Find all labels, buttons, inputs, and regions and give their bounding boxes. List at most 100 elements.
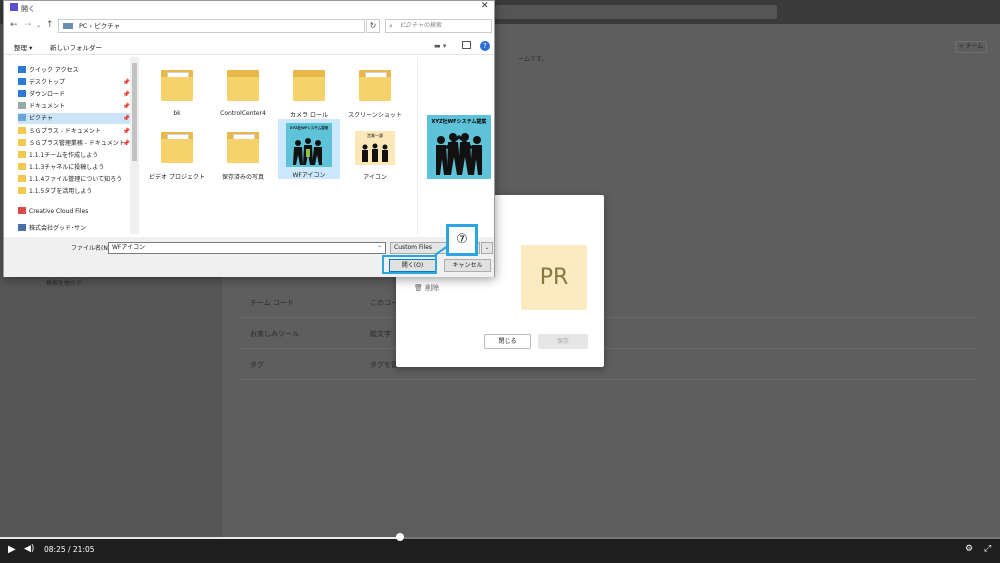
- tree-item-label: 1.1.4ファイル管理について知ろう: [29, 176, 123, 183]
- tree-item[interactable]: ドキュメント 📌: [18, 101, 130, 112]
- volume-icon[interactable]: ◀): [24, 544, 34, 554]
- tree-item-label: ドキュメント: [29, 103, 66, 110]
- settings-gear-icon[interactable]: ⚙: [965, 544, 973, 554]
- back-arrow-icon[interactable]: ←: [10, 20, 18, 30]
- folder-icon: [18, 163, 26, 170]
- file-item[interactable]: bk: [146, 59, 208, 119]
- teams-icon: [10, 3, 18, 11]
- file-item[interactable]: 保存済みの写真: [212, 121, 274, 181]
- close-button[interactable]: 閉じる: [484, 334, 531, 349]
- step-callout: ⑦: [446, 224, 478, 256]
- settings-row: タグ タグを管: [238, 350, 978, 380]
- image-thumbnail: 営業一課: [355, 131, 395, 165]
- star-icon: [18, 66, 26, 73]
- save-button[interactable]: 保存: [538, 334, 588, 349]
- refresh-icon[interactable]: ↻: [366, 19, 380, 33]
- up-arrow-icon[interactable]: ↑: [46, 20, 54, 30]
- tree-item-label: クイック アクセス: [29, 67, 79, 74]
- file-item[interactable]: ControlCenter4: [212, 59, 274, 119]
- tree-item[interactable]: ＳＧプラス - ドキュメント 📌: [18, 126, 130, 137]
- folder-icon: [157, 126, 197, 166]
- pin-icon: 📌: [122, 103, 130, 110]
- file-item-name: 保存済みの写真: [221, 174, 264, 181]
- address-bar[interactable]: PC › ピクチャ ⌄: [58, 19, 409, 33]
- settings-row-label: お楽しみツール: [250, 330, 299, 338]
- tree-item-label: 1.1.5タブを活用しよう: [29, 188, 93, 195]
- tree-item[interactable]: ピクチャ 📌: [18, 113, 130, 124]
- navigation-bar: ← → ⌄ ↑ PC › ピクチャ ⌄ ↻ ⌕ ピクチャの検索: [4, 15, 494, 37]
- folder-icon: [355, 64, 395, 104]
- folder-icon: [18, 187, 26, 194]
- file-item[interactable]: 営業一課 アイコン: [344, 121, 406, 181]
- tree-item[interactable]: デスクトップ 📌: [18, 77, 130, 88]
- command-bar: 整理 ▾ 新しいフォルダー ▬ ▾ ?: [4, 39, 494, 55]
- tree-item-label: ダウンロード: [29, 91, 66, 98]
- file-item[interactable]: ビデオ プロジェクト: [146, 121, 208, 181]
- download-icon: [18, 90, 26, 97]
- filename-input[interactable]: WFアイコン: [108, 242, 386, 254]
- file-item-name: スクリーンショット: [348, 112, 402, 119]
- filename-dropdown-icon[interactable]: ⌄: [377, 242, 382, 249]
- recent-dropdown-icon[interactable]: ⌄: [36, 22, 41, 29]
- preview-pane-icon[interactable]: [462, 41, 471, 49]
- file-item-name: WFアイコン: [292, 172, 326, 179]
- pin-icon: 📌: [122, 79, 130, 86]
- open-button-highlight: [382, 255, 437, 274]
- view-options-icon[interactable]: ▬ ▾: [434, 42, 446, 50]
- navigation-tree: クイック アクセス デスクトップ 📌 ダウンロード 📌 ドキュメント 📌 ピクチャ 📌 ＳＧプラス…: [4, 57, 139, 234]
- tree-item-label: ＳＧプラス - ドキュメント: [29, 128, 101, 135]
- fullscreen-icon[interactable]: ⤢: [984, 544, 991, 554]
- folder-icon: [18, 175, 26, 182]
- progress-fill: [0, 537, 400, 539]
- cancel-button[interactable]: キャンセル: [444, 259, 491, 272]
- time-display: 08:25 / 21:05: [44, 545, 95, 554]
- tree-item[interactable]: 1.1.3チャネルに投稿しよう: [18, 162, 130, 173]
- video-controls: [0, 537, 1000, 563]
- pin-icon: 📌: [122, 91, 130, 98]
- forward-arrow-icon[interactable]: →: [24, 20, 32, 30]
- help-icon[interactable]: ?: [480, 41, 490, 51]
- play-icon[interactable]: ▶: [8, 544, 16, 555]
- tree-item[interactable]: クイック アクセス: [18, 65, 130, 76]
- tree-item[interactable]: 1.1.5タブを活用しよう: [18, 186, 130, 197]
- file-open-dialog: 開く ✕ ← → ⌄ ↑ PC › ピクチャ ⌄ ↻ ⌕ ピクチャの検索 整理 …: [3, 0, 495, 277]
- file-item[interactable]: スクリーンショット: [344, 59, 406, 119]
- folder-icon: [18, 127, 26, 134]
- tree-item[interactable]: 1.1.4ファイル管理について知ろう: [18, 174, 130, 185]
- file-item-name: アイコン: [363, 174, 387, 181]
- tree-scroll-thumb[interactable]: [132, 63, 137, 161]
- address-path: PC › ピクチャ: [79, 22, 121, 30]
- tree-item[interactable]: ダウンロード 📌: [18, 89, 130, 100]
- tree-item[interactable]: 1.1.1チームを作成しよう: [18, 150, 130, 161]
- app-search-bar[interactable]: [495, 5, 777, 19]
- settings-row-label: タグ: [250, 361, 264, 369]
- delete-picture-button[interactable]: 🗑 削除: [414, 283, 439, 293]
- tree-item-label: ＳＧプラス管理業務 - ドキュメント: [29, 140, 125, 147]
- preview-image: XYZ社WFシステム提案: [427, 115, 491, 179]
- tree-item-label: 株式会社グッド･サン: [29, 225, 87, 232]
- delete-label: 削除: [425, 284, 440, 292]
- filename-label: ファイル名(N):: [71, 245, 113, 252]
- search-input[interactable]: ⌕ ピクチャの検索: [385, 19, 492, 33]
- trash-icon: 🗑: [414, 284, 423, 292]
- close-icon[interactable]: ✕: [481, 1, 489, 11]
- organize-button[interactable]: 整理 ▾: [14, 42, 32, 52]
- settings-row: チーム コード このコード: [238, 288, 978, 318]
- image-thumbnail: XYZ社WFシステム提案: [286, 123, 332, 167]
- file-item[interactable]: XYZ社WFシステム提案 WFアイコン: [278, 119, 340, 179]
- file-grid: bk ControlCenter4 カメラ ロール スクリーンショットビデオ プロジェ…: [142, 57, 414, 234]
- filetype-dropdown-icon[interactable]: ⌄: [481, 242, 493, 254]
- settings-row: お楽しみツール 絵文字: [238, 319, 978, 349]
- tree-item[interactable]: ＳＧプラス管理業務 - ドキュメント 📌: [18, 138, 130, 149]
- new-folder-button[interactable]: 新しいフォルダー: [50, 42, 102, 52]
- tree-item[interactable]: Creative Cloud Files: [18, 206, 130, 217]
- tree-item[interactable]: 株式会社グッド･サン: [18, 223, 130, 234]
- folder-icon: [289, 64, 329, 104]
- progress-handle[interactable]: [396, 533, 404, 541]
- dialog-title: 開く: [10, 3, 35, 14]
- pin-icon: 📌: [122, 115, 130, 122]
- add-team-button[interactable]: + チーム: [955, 41, 987, 53]
- folder-icon: [223, 64, 263, 104]
- file-item[interactable]: カメラ ロール: [278, 59, 340, 119]
- settings-row-value: 絵文字: [370, 330, 391, 338]
